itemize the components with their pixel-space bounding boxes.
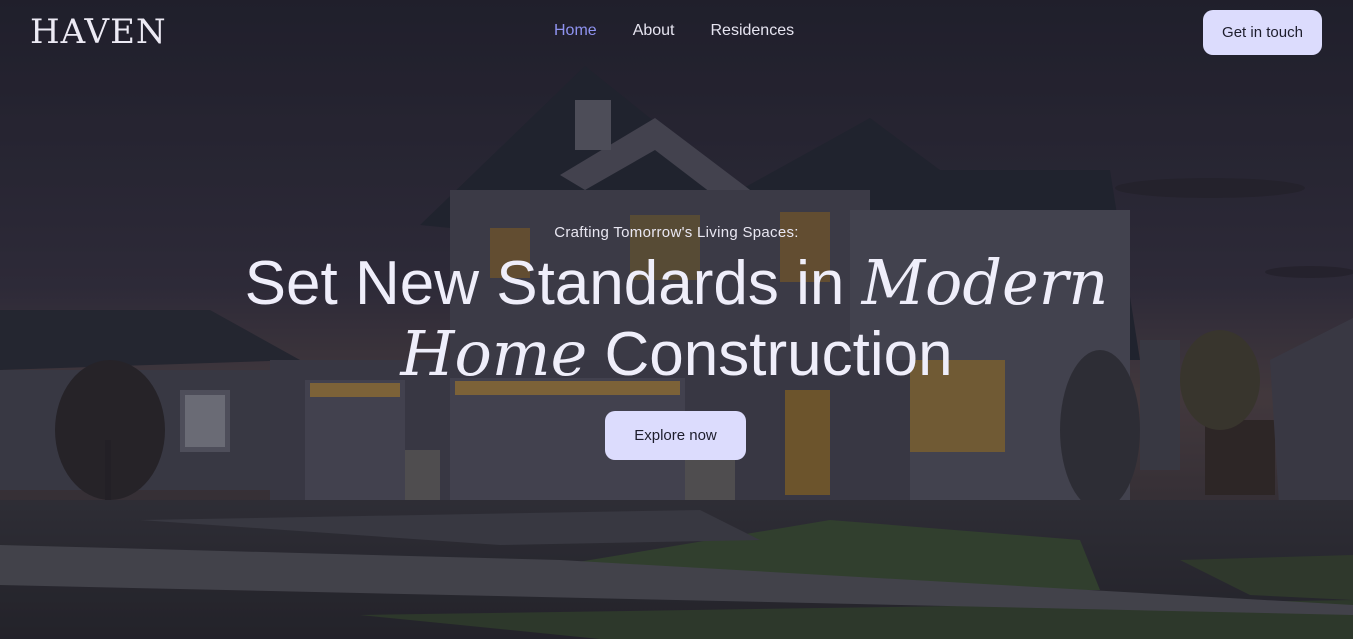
nav-item-home[interactable]: Home [554,22,597,40]
headline-text-1: Set New Standards in [244,249,862,318]
explore-now-button[interactable]: Explore now [605,411,746,460]
main-nav: Home About Residences [554,22,794,40]
hero-tagline: Crafting Tomorrow's Living Spaces: [554,224,799,241]
get-in-touch-button[interactable]: Get in touch [1203,10,1322,55]
hero-headline: Set New Standards in Modern Home Constru… [0,248,1353,390]
nav-item-residences[interactable]: Residences [711,22,795,40]
headline-emphasis-modern: Modern [861,246,1109,319]
nav-item-about[interactable]: About [633,22,675,40]
headline-emphasis-home: Home [400,317,588,390]
headline-text-2: Construction [587,320,953,389]
brand-logo[interactable]: HAVEN [30,12,167,52]
